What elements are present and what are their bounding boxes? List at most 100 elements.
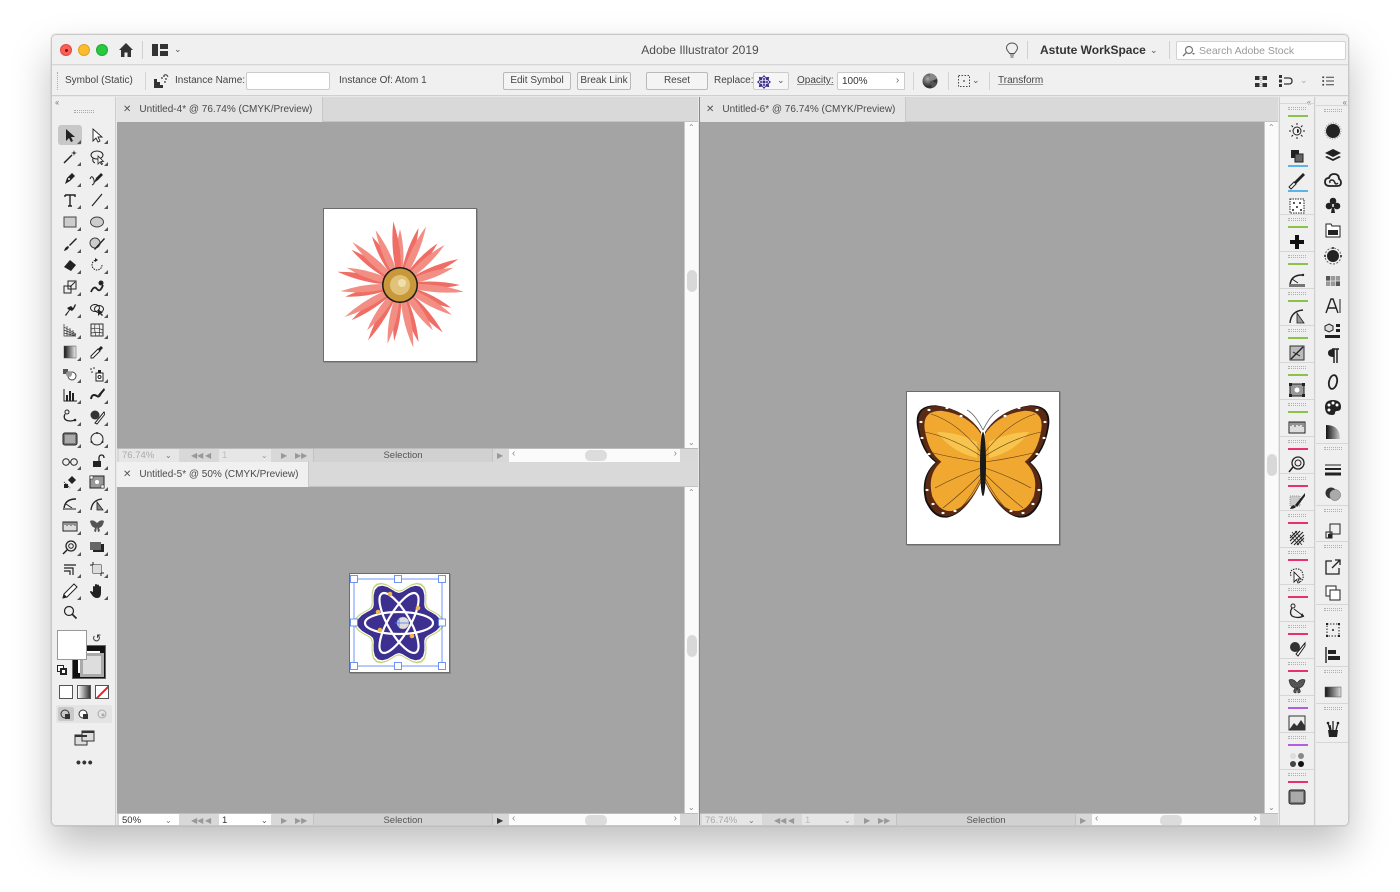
resize-handle[interactable] — [438, 618, 446, 627]
previous-artboard-icon[interactable]: ◀ — [205, 449, 211, 462]
scroll-up-icon[interactable]: ⌃ — [1268, 123, 1275, 132]
flower-artwork[interactable] — [324, 209, 476, 361]
symbol-sprayer-tool[interactable] — [85, 364, 109, 384]
first-artboard-icon[interactable]: ◀◀ — [774, 814, 786, 825]
scroll-thumb[interactable] — [1160, 815, 1182, 825]
transform-panel-link[interactable]: Transform — [998, 75, 1043, 86]
color-mode-button[interactable] — [59, 685, 73, 699]
reset-button[interactable]: Reset — [646, 72, 708, 90]
pencil-tool[interactable] — [58, 581, 82, 601]
unlock-tool[interactable] — [85, 451, 109, 471]
chevron-down-icon[interactable]: ⌄ — [1300, 75, 1308, 86]
butterfly-artwork[interactable] — [907, 392, 1059, 544]
draw-normal-icon[interactable] — [58, 707, 74, 721]
blob-brush-tool[interactable] — [85, 234, 109, 254]
cc-libraries-panel-button[interactable] — [1319, 169, 1347, 193]
status-field[interactable]: Selection — [313, 814, 493, 825]
next-artboard-icon[interactable]: ▶ — [864, 814, 870, 825]
align-bounds-icon[interactable] — [957, 74, 971, 88]
blend-tool[interactable] — [58, 364, 82, 384]
horizontal-scrollbar[interactable]: ‹ › — [509, 448, 680, 462]
opacity-expand-button[interactable]: › — [891, 72, 905, 90]
resize-handle[interactable] — [394, 662, 402, 670]
scroll-thumb[interactable] — [687, 270, 697, 292]
select-similar-icon[interactable] — [1279, 75, 1295, 87]
drag-handle[interactable] — [1324, 509, 1342, 512]
layers-panel-button[interactable] — [1319, 144, 1347, 168]
vertical-scrollbar[interactable]: ⌃ ⌄ — [684, 122, 698, 448]
scroll-left-icon[interactable]: ‹ — [512, 448, 515, 459]
collapse-panel-icon[interactable]: ‹‹ — [55, 98, 59, 107]
angle-tool[interactable] — [85, 494, 109, 514]
drag-handle[interactable] — [1288, 736, 1306, 739]
status-menu-icon[interactable]: ▶ — [1080, 814, 1086, 825]
drag-handle[interactable] — [1288, 588, 1306, 591]
drag-handle[interactable] — [1324, 608, 1342, 611]
drag-handle[interactable] — [1288, 366, 1306, 369]
drag-handle[interactable] — [57, 72, 59, 90]
artboards-panel-button[interactable] — [1319, 244, 1347, 268]
scroll-thumb[interactable] — [585, 815, 607, 825]
smart-remove-brush-tool[interactable] — [85, 407, 109, 427]
align-bounds-panel-button[interactable] — [1319, 618, 1347, 642]
column-graph-tool[interactable] — [58, 385, 82, 405]
recolor-artwork-icon[interactable] — [922, 73, 938, 89]
drag-handle[interactable] — [1288, 514, 1306, 517]
texture-tool[interactable] — [58, 429, 82, 449]
gradient-panel-button[interactable] — [1319, 680, 1347, 704]
export-panel-button[interactable] — [1319, 555, 1347, 579]
ellipse-tool[interactable] — [85, 212, 109, 232]
last-artboard-icon[interactable]: ▶▶ — [878, 814, 890, 825]
previous-artboard-icon[interactable]: ◀ — [788, 814, 794, 825]
drag-handle[interactable] — [1288, 477, 1306, 480]
color-guide-panel-button[interactable] — [1319, 420, 1347, 444]
last-artboard-icon[interactable]: ▶▶ — [295, 449, 307, 462]
scroll-left-icon[interactable]: ‹ — [1095, 813, 1098, 824]
mirror-me-tool[interactable] — [85, 516, 109, 536]
crop-tool[interactable] — [85, 559, 109, 579]
opentype-panel-button[interactable] — [1319, 370, 1347, 394]
scroll-up-icon[interactable]: ⌃ — [688, 488, 695, 497]
symbols-panel-button[interactable] — [1319, 193, 1347, 217]
scale-tool[interactable] — [58, 277, 82, 297]
status-field[interactable]: Selection — [896, 814, 1076, 825]
direct-selection-tool[interactable] — [85, 125, 109, 145]
drag-handle[interactable] — [74, 110, 94, 113]
gradient-mode-button[interactable] — [77, 685, 91, 699]
next-artboard-icon[interactable]: ▶ — [281, 449, 287, 462]
edit-symbol-button[interactable]: Edit Symbol — [503, 72, 571, 90]
arrange-documents-icon[interactable] — [152, 43, 168, 57]
instance-name-input[interactable] — [246, 72, 330, 90]
drag-handle[interactable] — [1288, 440, 1306, 443]
brightness-panel-button[interactable] — [1283, 119, 1311, 143]
lightbulb-icon[interactable] — [1005, 42, 1019, 59]
circle-by-points-tool[interactable] — [85, 429, 109, 449]
vertical-scrollbar[interactable]: ⌃ ⌄ — [684, 487, 698, 813]
asset-export-panel-button[interactable] — [1319, 218, 1347, 242]
zoom-tool[interactable] — [58, 602, 82, 622]
home-icon[interactable] — [118, 42, 134, 58]
scroll-up-icon[interactable]: ⌃ — [688, 123, 695, 132]
drag-handle[interactable] — [1288, 107, 1306, 110]
first-artboard-icon[interactable]: ◀◀ — [191, 449, 203, 462]
pathfinder-panel-button[interactable] — [1319, 581, 1347, 605]
chevron-down-icon[interactable]: ⌄ — [748, 814, 755, 825]
drag-handle[interactable] — [1324, 447, 1342, 450]
close-window-button[interactable] — [60, 44, 72, 56]
fill-color-swatch[interactable] — [57, 630, 87, 660]
paragraph-panel-button[interactable] — [1319, 344, 1347, 368]
drag-handle[interactable] — [1288, 551, 1306, 554]
drag-handle[interactable] — [1288, 699, 1306, 702]
3d-panel-button[interactable] — [1319, 319, 1347, 343]
brushes-panel-button[interactable] — [1319, 717, 1347, 741]
close-tab-icon[interactable]: ✕ — [123, 469, 131, 480]
perspective-grid-tool[interactable] — [58, 320, 82, 340]
status-field[interactable]: Selection — [313, 449, 493, 462]
pen-tool[interactable] — [58, 168, 82, 188]
opacity-input[interactable] — [837, 72, 892, 90]
offset-tool[interactable] — [58, 559, 82, 579]
horizontal-scrollbar[interactable]: ‹ › — [509, 813, 680, 825]
gradient-tool[interactable] — [58, 342, 82, 362]
snap-to-collinear-tool[interactable] — [58, 472, 82, 492]
rotate-tool[interactable] — [85, 255, 109, 275]
